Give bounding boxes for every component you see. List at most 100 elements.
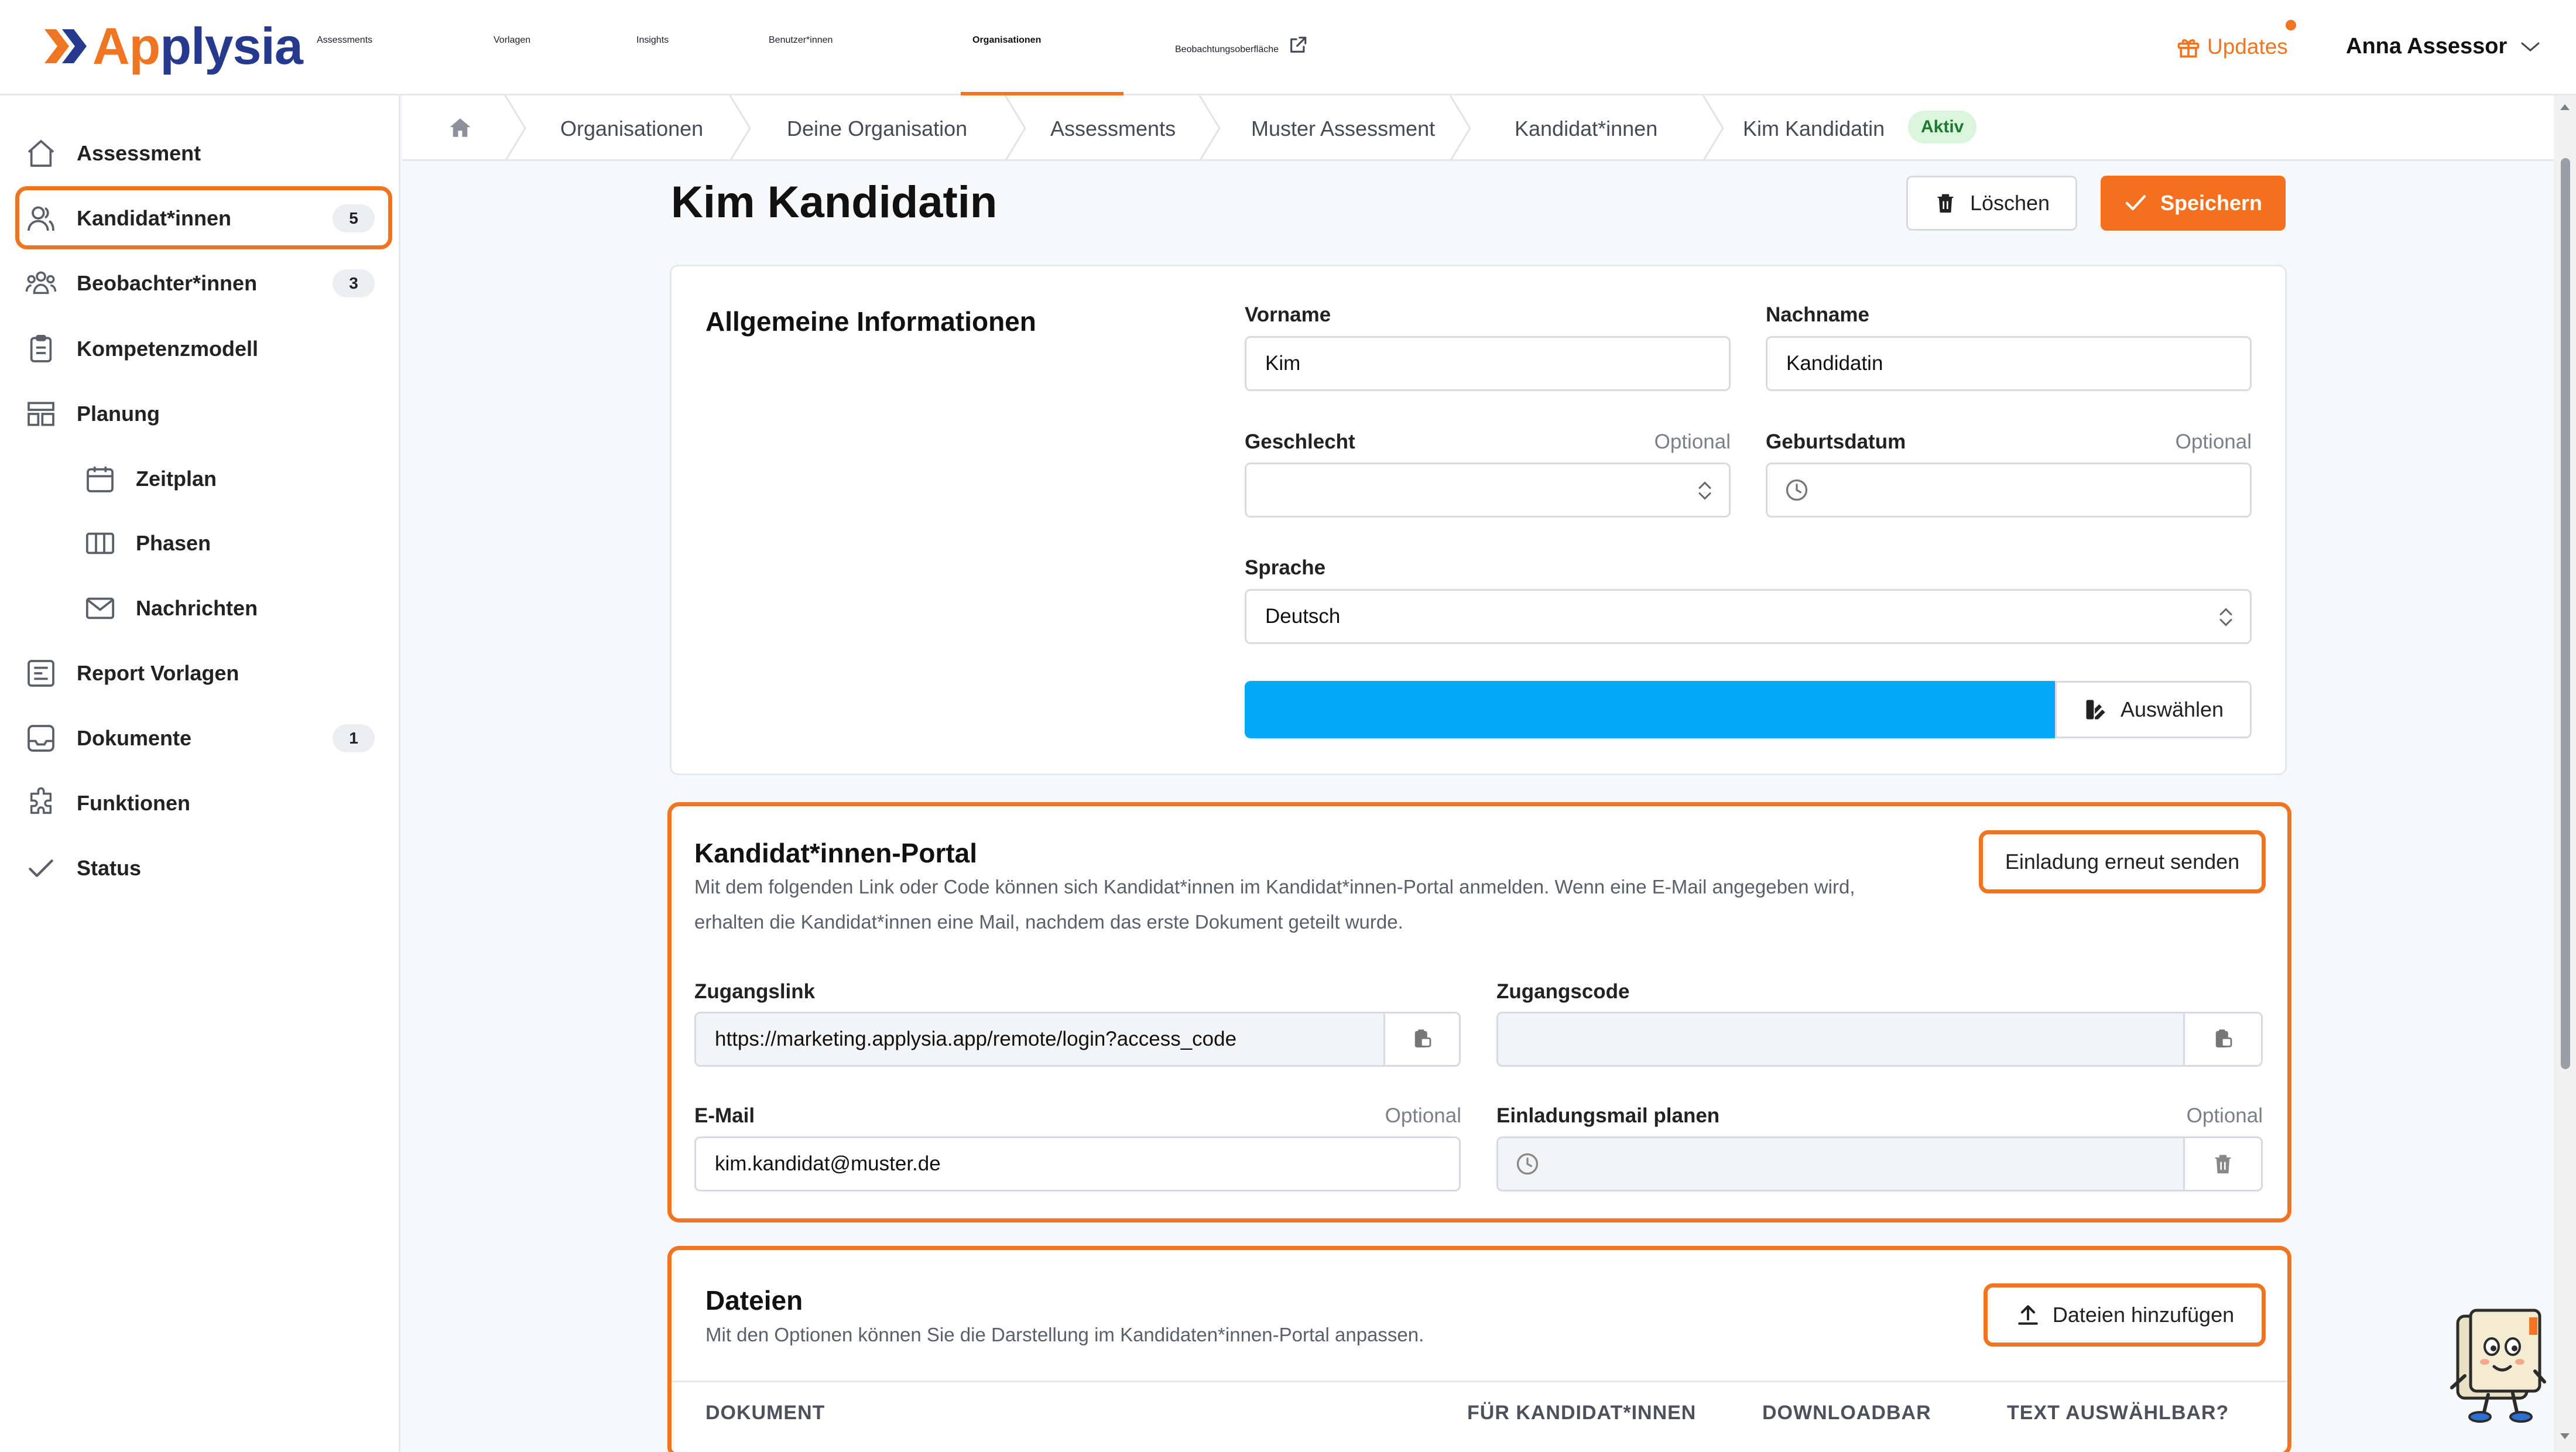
breadcrumb-separator-icon	[504, 95, 526, 161]
sidebar-item-label: Phasen	[136, 531, 211, 555]
sidebar-item-kompetenzmodell[interactable]: Kompetenzmodell	[0, 326, 400, 372]
breadcrumb-separator-icon	[1198, 95, 1221, 161]
column-header-text-auswaehlbar: TEXT AUSWÄHLBAR?	[2007, 1402, 2229, 1424]
users-icon	[28, 206, 54, 231]
scrollbar-thumb[interactable]	[2561, 158, 2570, 1069]
breadcrumb: Organisationen Deine Organisation Assess…	[402, 95, 2576, 161]
group-icon	[25, 271, 57, 294]
color-picker-icon	[2086, 700, 2105, 720]
access-code-input[interactable]	[1496, 1012, 2185, 1067]
access-code-label: Zugangscode	[1496, 980, 1630, 1003]
nav-vorlagen[interactable]: Vorlagen	[494, 35, 530, 46]
breadcrumb-muster-assessment[interactable]: Muster Assessment	[1251, 117, 1435, 141]
calendar-icon	[87, 467, 114, 492]
home-icon	[28, 140, 54, 167]
nav-benutzer[interactable]: Benutzer*innen	[769, 35, 833, 46]
sidebar-item-funktionen[interactable]: Funktionen	[0, 780, 400, 827]
select-chevrons-icon	[1698, 481, 1711, 500]
top-navigation-bar: Applysia Assessments Vorlagen Insights B…	[0, 0, 2576, 95]
firstname-input[interactable]: Kim	[1245, 336, 1731, 391]
clipboard-icon	[30, 334, 52, 362]
nav-beobachtungsoberflaeche[interactable]: Beobachtungsoberfläche	[1175, 35, 1308, 55]
breadcrumb-organisationen[interactable]: Organisationen	[560, 117, 703, 141]
clock-icon	[1516, 1153, 1539, 1175]
sidebar-item-beobachterinnen[interactable]: Beobachter*innen 3	[0, 260, 400, 307]
sidebar-item-label: Beobachter*innen	[77, 271, 258, 295]
columns-icon	[85, 532, 115, 554]
choose-color-label: Auswählen	[2120, 697, 2224, 721]
birthdate-input[interactable]	[1766, 463, 2252, 518]
sidebar-item-planung[interactable]: Planung	[0, 391, 400, 437]
gift-icon	[2177, 39, 2200, 58]
trash-icon	[2215, 1155, 2231, 1174]
assistant-mascot-icon[interactable]	[2447, 1306, 2547, 1423]
sidebar-item-kandidatinnen[interactable]: Kandidat*innen 5	[0, 195, 400, 242]
column-header-downloadbar: DOWNLOADBAR	[1762, 1402, 1931, 1424]
sidebar-item-nachrichten[interactable]: Nachrichten	[0, 585, 400, 632]
copy-access-code-button[interactable]	[2183, 1012, 2263, 1067]
sidebar-item-report-vorlagen[interactable]: Report Vorlagen	[0, 650, 400, 697]
sidebar-count-badge: 3	[333, 269, 375, 297]
choose-color-button[interactable]: Auswählen	[2055, 681, 2252, 738]
updates-label: Updates	[2207, 35, 2288, 59]
applysia-logo[interactable]: Applysia	[43, 20, 303, 73]
sidebar-item-status[interactable]: Status	[0, 845, 400, 892]
email-value: kim.kandidat@muster.de	[715, 1152, 941, 1175]
delete-label: Löschen	[1969, 191, 2050, 215]
sidebar-item-label: Planung	[77, 402, 160, 426]
access-link-value: https://marketing.applysia.app/remote/lo…	[715, 1028, 1237, 1050]
clear-schedule-button[interactable]	[2183, 1136, 2263, 1191]
home-breadcrumb-icon[interactable]	[447, 115, 473, 140]
access-link-label: Zugangslink	[694, 980, 816, 1003]
breadcrumb-deine-organisation[interactable]: Deine Organisation	[787, 117, 967, 141]
sidebar-item-assessment[interactable]: Assessment	[0, 130, 400, 177]
birthdate-label: Geburtsdatum	[1766, 430, 1906, 453]
firstname-label: Vorname	[1245, 303, 1331, 326]
portal-description-line-2: erhalten die Kandidat*innen eine Mail, n…	[694, 911, 1403, 933]
lastname-input[interactable]: Kandidatin	[1766, 336, 2252, 391]
sidebar-item-phasen[interactable]: Phasen	[0, 520, 400, 567]
breadcrumb-separator-icon	[729, 95, 751, 161]
add-files-button[interactable]: Dateien hinzufügen	[1984, 1283, 2266, 1347]
layout-icon	[28, 402, 54, 426]
firstname-value: Kim	[1265, 352, 1301, 375]
files-description: Mit den Optionen können Sie die Darstell…	[705, 1324, 1424, 1345]
breadcrumb-assessments[interactable]: Assessments	[1050, 117, 1176, 141]
user-menu[interactable]: Anna Assessor	[2346, 34, 2541, 59]
sidebar-item-label: Assessment	[77, 141, 201, 165]
email-input[interactable]: kim.kandidat@muster.de	[694, 1136, 1461, 1191]
delete-button[interactable]: Löschen	[1906, 176, 2077, 231]
schedule-invitation-input[interactable]	[1496, 1136, 2185, 1191]
gender-label: Geschlecht	[1245, 430, 1355, 453]
portal-description-line-1: Mit dem folgenden Link oder Code können …	[694, 876, 1855, 898]
scroll-up-arrow-icon[interactable]	[2557, 100, 2572, 115]
check-icon	[2125, 195, 2146, 211]
breadcrumb-kandidatinnen[interactable]: Kandidat*innen	[1515, 117, 1657, 141]
trash-icon	[1937, 194, 1954, 213]
access-link-input[interactable]: https://marketing.applysia.app/remote/lo…	[694, 1012, 1385, 1067]
user-name: Anna Assessor	[2346, 34, 2508, 59]
updates-button[interactable]: Updates	[2176, 34, 2288, 60]
copy-access-link-button[interactable]	[1383, 1012, 1461, 1067]
scroll-down-arrow-icon[interactable]	[2557, 1429, 2572, 1444]
sidebar-item-dokumente[interactable]: Dokumente 1	[0, 715, 400, 762]
resend-invitation-button[interactable]: Einladung erneut senden	[1979, 830, 2266, 893]
save-label: Speichern	[2160, 191, 2263, 215]
nav-assessments[interactable]: Assessments	[317, 35, 372, 46]
language-label: Sprache	[1245, 556, 1326, 579]
sidebar-item-label: Report Vorlagen	[77, 661, 239, 685]
language-select[interactable]: Deutsch	[1245, 589, 2252, 644]
breadcrumb-separator-icon	[1449, 95, 1471, 161]
report-icon	[28, 660, 54, 687]
sidebar-item-zeitplan[interactable]: Zeitplan	[0, 456, 400, 502]
gender-select[interactable]	[1245, 463, 1731, 518]
lastname-label: Nachname	[1766, 303, 1870, 326]
breadcrumb-separator-icon	[1702, 95, 1724, 161]
lastname-value: Kandidatin	[1786, 352, 1883, 375]
sidebar-item-label: Funktionen	[77, 791, 190, 815]
save-button[interactable]: Speichern	[2101, 176, 2286, 231]
updates-notification-dot	[2286, 20, 2296, 30]
color-preview-bar[interactable]	[1245, 681, 2056, 738]
nav-insights[interactable]: Insights	[636, 35, 669, 46]
nav-organisationen[interactable]: Organisationen	[972, 35, 1041, 46]
